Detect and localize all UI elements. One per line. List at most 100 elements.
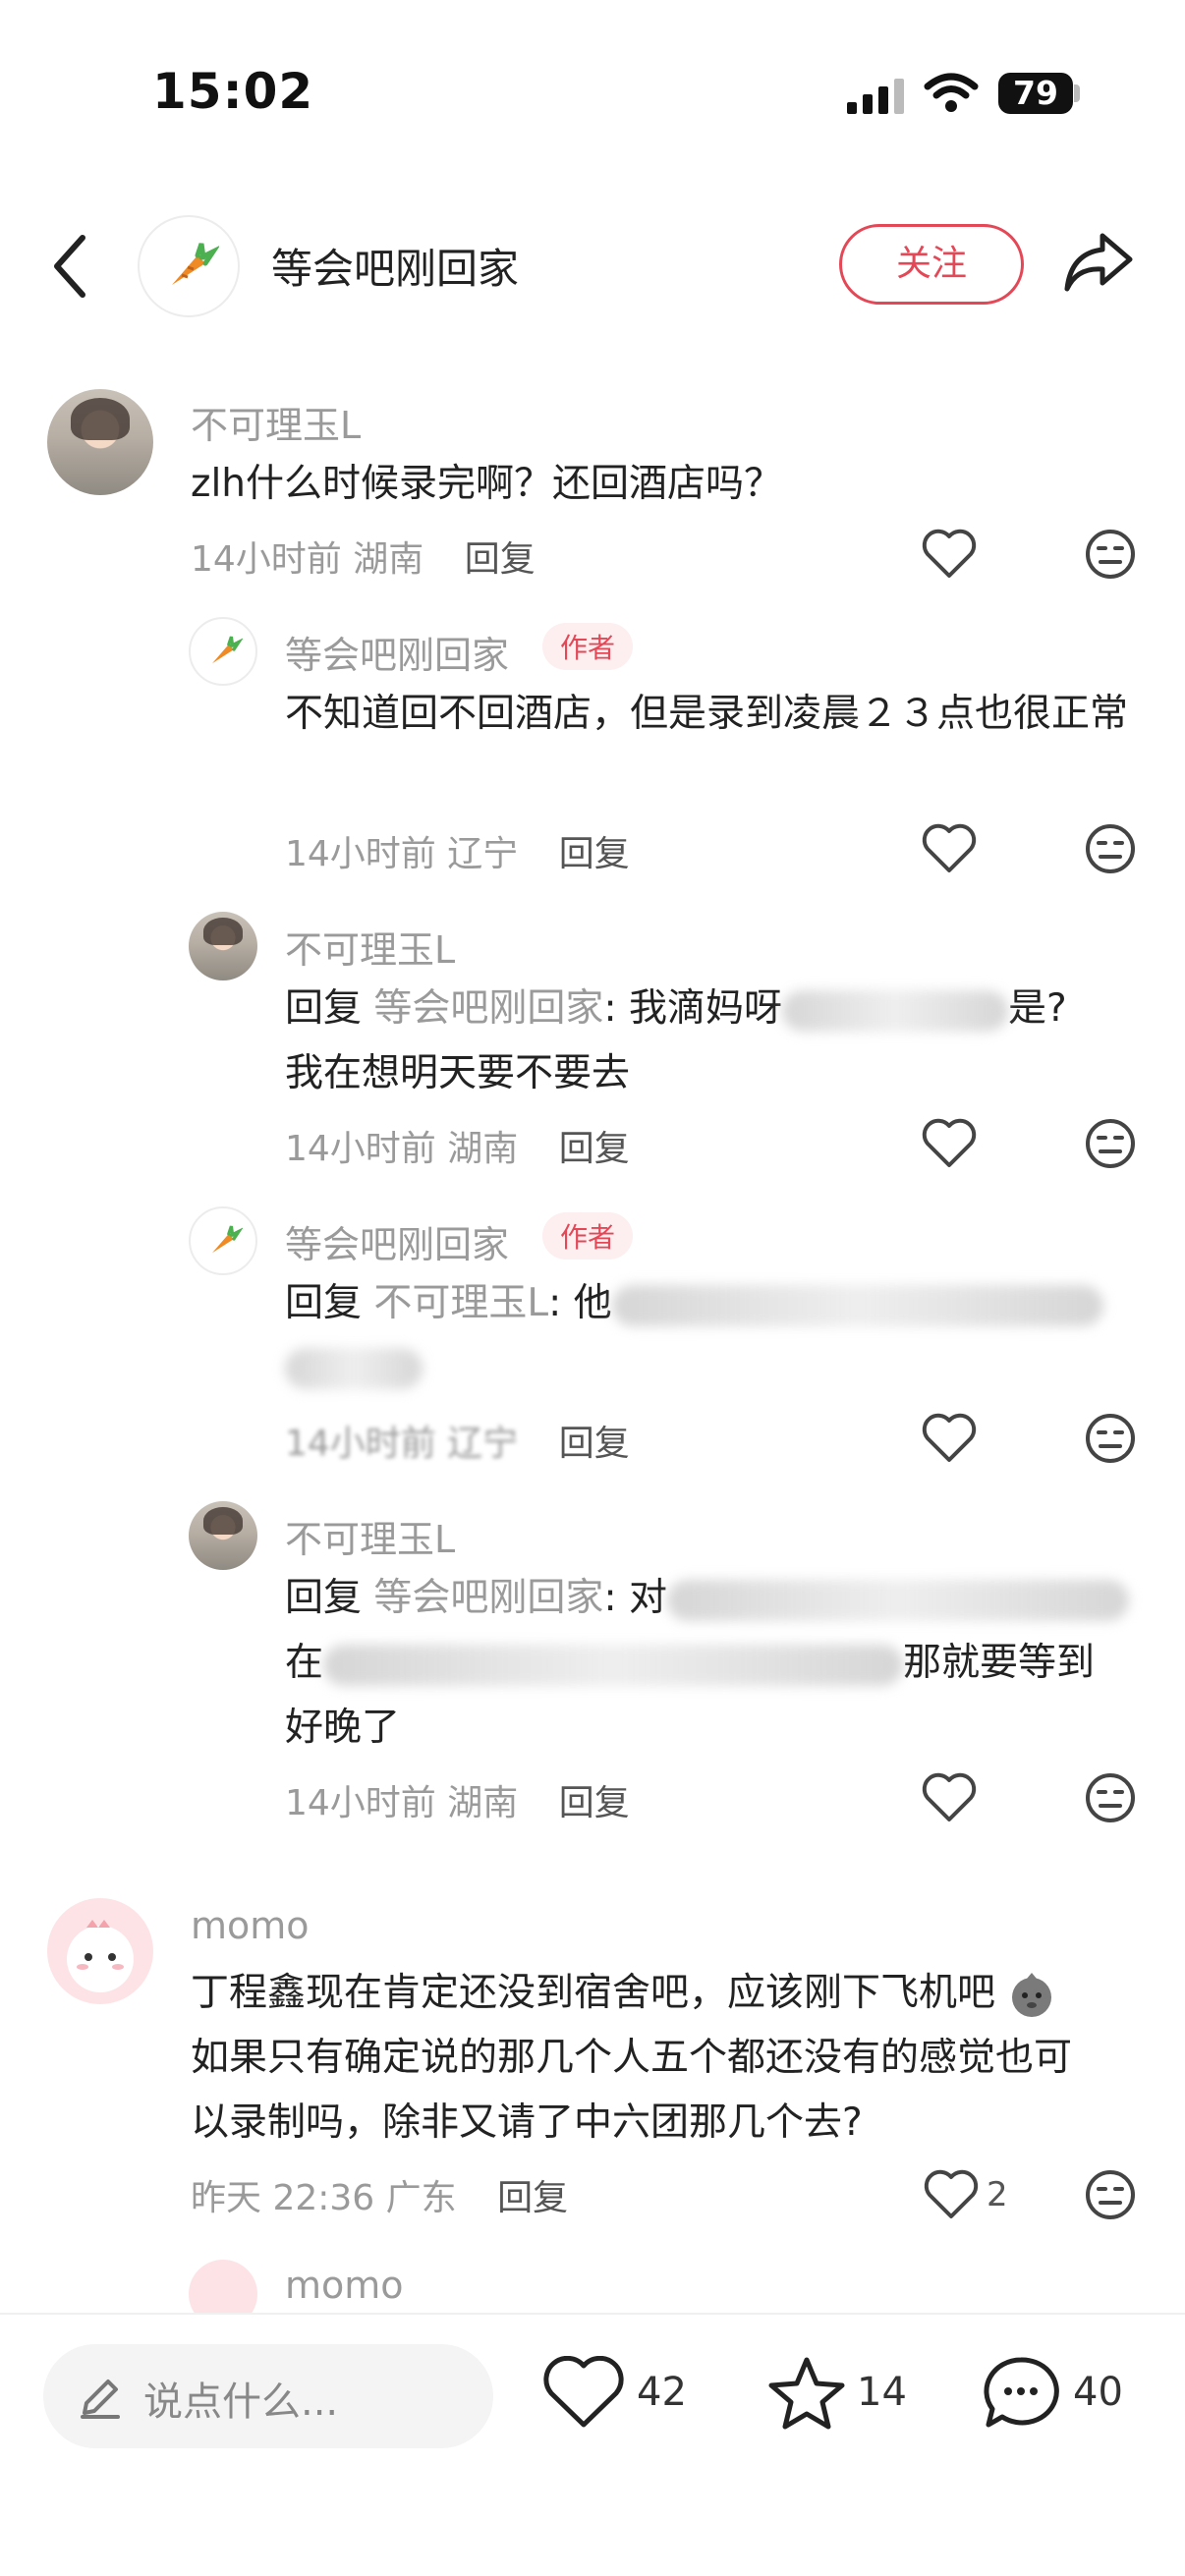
heart-icon[interactable] <box>922 529 977 580</box>
star-count: 14 <box>857 2370 907 2415</box>
comment-text-line: 好晚了 <box>285 1706 401 1750</box>
comment-author[interactable]: 等会吧刚回家 <box>285 1214 509 1268</box>
comment-meta: 昨天 22:36 广东 回复 <box>191 2169 568 2220</box>
comment-text-start: : 我滴妈呀 <box>603 986 782 1031</box>
carrot-icon <box>172 243 219 285</box>
avatar[interactable] <box>189 1206 257 1275</box>
follow-button[interactable]: 关注 <box>839 224 1024 305</box>
comment-text: 回复 等会吧刚回家: 对 <box>285 1566 1129 1631</box>
author-badge: 作者 <box>542 1212 634 1260</box>
blurred-text <box>323 1644 904 1686</box>
comment-input-placeholder[interactable]: 说点什么... <box>143 2370 338 2427</box>
share-icon[interactable] <box>1063 230 1134 293</box>
comment-text: 丁程鑫现在肯定还没到宿舍吧，应该刚下飞机吧 <box>191 1971 996 2015</box>
comment-meta: 14小时前 湖南 回复 <box>285 1774 630 1825</box>
comment-text-end: 那就要等到 <box>903 1641 1096 1685</box>
comment-location: 辽宁 <box>447 834 519 874</box>
comment-text-line: 在 那就要等到 <box>285 1631 1095 1696</box>
avatar[interactable] <box>189 1501 257 1570</box>
like-count: 2 <box>987 2175 1008 2214</box>
dino-avatar-icon <box>67 1920 134 1992</box>
comment-meta: 14小时前 辽宁 回复 <box>285 825 630 876</box>
comment-text-line: 我在想明天要不要去 <box>285 1051 631 1095</box>
comment-text-start: : 对 <box>603 1576 667 1620</box>
status-time: 15:02 <box>152 63 314 120</box>
dislike-icon[interactable] <box>1085 529 1136 580</box>
avatar[interactable] <box>47 1898 153 2004</box>
avatar[interactable] <box>47 389 153 495</box>
comment-time: 14小时前 <box>285 1129 436 1169</box>
carrot-icon <box>212 1225 243 1254</box>
avatar[interactable] <box>189 912 257 980</box>
author-badge: 作者 <box>542 623 634 670</box>
pencil-icon <box>81 2380 120 2419</box>
reply-button[interactable]: 回复 <box>497 2178 568 2218</box>
comment-author[interactable]: momo <box>285 2264 404 2307</box>
reply-button[interactable]: 回复 <box>559 834 630 874</box>
reply-prefix: 回复 <box>285 1281 363 1325</box>
comment-time: 14小时前 <box>191 539 342 580</box>
avatar[interactable] <box>189 617 257 686</box>
author-name[interactable]: 等会吧刚回家 <box>271 236 519 296</box>
comment-location: 湖南 <box>447 1783 519 1823</box>
comment-text: 不知道回不回酒店，但是录到凌晨２３点也很正常 <box>285 692 1129 736</box>
battery-icon: 79 <box>998 73 1073 114</box>
comment-author[interactable]: 不可理玉L <box>191 395 361 449</box>
dislike-icon[interactable] <box>1085 2169 1136 2220</box>
wifi-icon <box>924 73 979 112</box>
reply-button[interactable]: 回复 <box>559 1129 630 1169</box>
dislike-icon[interactable] <box>1085 1772 1136 1823</box>
comment-icon[interactable] <box>981 2354 1061 2433</box>
blurred-text <box>781 989 1008 1032</box>
comment-text-line: 丁程鑫现在肯定还没到宿舍吧，应该刚下飞机吧 <box>191 1961 1056 2026</box>
reply-to-user[interactable]: 等会吧刚回家 <box>373 986 603 1031</box>
divider <box>0 2313 1185 2315</box>
comment-text-line: 如果只有确定说的那几个人五个都还没有的感觉也可 <box>191 2036 1073 2080</box>
comment-text: 回复 不可理玉L: 他 <box>285 1271 1103 1336</box>
comment-location: 广东 <box>385 2178 457 2218</box>
like-count: 42 <box>637 2370 687 2415</box>
comment-location: 湖南 <box>447 1129 519 1169</box>
comment-text: 回复 等会吧刚回家: 我滴妈呀 是? <box>285 977 1067 1041</box>
battery-cap <box>1074 84 1080 102</box>
emoji-icon <box>1012 1972 1052 2017</box>
dislike-icon[interactable] <box>1085 823 1136 874</box>
comment-text-start: : 他 <box>548 1281 612 1325</box>
comment-time: 14小时前 <box>285 1783 436 1823</box>
comment-meta: 14小时前 辽宁 回复 <box>285 1415 630 1466</box>
heart-icon[interactable] <box>922 1413 977 1464</box>
comment-location: 湖南 <box>353 539 424 580</box>
blurred-text <box>285 1348 423 1389</box>
dislike-icon[interactable] <box>1085 1413 1136 1464</box>
comment-author[interactable]: momo <box>191 1904 310 1947</box>
reply-to-user[interactable]: 等会吧刚回家 <box>373 1576 603 1620</box>
reply-button[interactable]: 回复 <box>559 1424 630 1464</box>
dislike-icon[interactable] <box>1085 1118 1136 1169</box>
heart-icon[interactable] <box>922 1118 977 1169</box>
heart-icon[interactable] <box>922 1772 977 1823</box>
comment-author[interactable]: 不可理玉L <box>285 920 455 974</box>
heart-icon[interactable] <box>922 823 977 874</box>
reply-prefix: 回复 <box>285 1576 363 1620</box>
back-icon[interactable] <box>51 234 90 299</box>
comment-author[interactable]: 不可理玉L <box>285 1509 455 1563</box>
reply-prefix: 回复 <box>285 986 363 1031</box>
star-icon[interactable] <box>766 2354 847 2433</box>
comment-meta: 14小时前 湖南 回复 <box>191 531 536 582</box>
reply-button[interactable]: 回复 <box>465 539 536 580</box>
heart-icon[interactable] <box>542 2356 625 2431</box>
reply-to-user[interactable]: 不可理玉L <box>373 1281 548 1325</box>
comment-text-start: 在 <box>285 1641 324 1685</box>
comment-time: 14小时前 <box>285 1424 436 1464</box>
blurred-text <box>666 1579 1129 1621</box>
comment-text-line: 以录制吗，除非又请了中六团那几个去? <box>191 2100 863 2145</box>
comment-time: 14小时前 <box>285 834 436 874</box>
author-avatar[interactable] <box>138 215 240 317</box>
signal-icon <box>847 79 904 114</box>
comment-author[interactable]: 等会吧刚回家 <box>285 625 509 679</box>
comment-text-end: 是? <box>1007 986 1067 1031</box>
heart-icon[interactable] <box>924 2169 979 2220</box>
comment-count: 40 <box>1073 2370 1123 2415</box>
comment-location: 辽宁 <box>447 1424 519 1464</box>
reply-button[interactable]: 回复 <box>559 1783 630 1823</box>
